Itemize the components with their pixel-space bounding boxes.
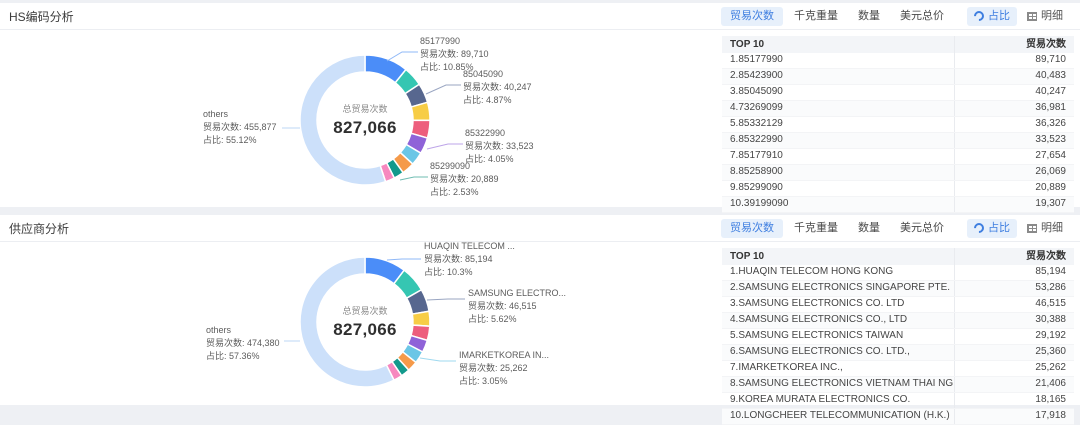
card-hs-code-analysis: HS编码分析 贸易次数千克重量数量美元总价 占比明细 总贸易次数 827,066… xyxy=(0,3,1080,207)
table-row[interactable]: 9.8529909020,889 xyxy=(722,181,1074,197)
table-body: 1.HUAQIN TELECOM HONG KONG85,1942.SAMSUN… xyxy=(722,265,1074,425)
table-row[interactable]: 7.8517791027,654 xyxy=(722,149,1074,165)
pie-callout: 85299090 贸易次数: 20,889 占比: 2.53% xyxy=(430,160,499,199)
table-row[interactable]: 1.HUAQIN TELECOM HONG KONG85,194 xyxy=(722,265,1074,281)
card-body: 总贸易次数 827,066 85177990 贸易次数: 89,710 占比: … xyxy=(0,30,1080,207)
view-button-1[interactable]: 明细 xyxy=(1020,7,1070,26)
table-row[interactable]: 8.8525890026,069 xyxy=(722,165,1074,181)
section-title: 供应商分析 xyxy=(9,220,69,237)
table-row[interactable]: 10.LONGCHEER TELECOMMUNICATION (H.K.)17,… xyxy=(722,409,1074,425)
table-row[interactable]: 9.KOREA MURATA ELECTRONICS CO.18,165 xyxy=(722,393,1074,409)
table-body: 1.8517799089,7102.8542390040,4833.850450… xyxy=(722,53,1074,213)
table-row[interactable]: 2.SAMSUNG ELECTRONICS SINGAPORE PTE. LTD… xyxy=(722,281,1074,297)
table-header-value: 贸易次数 xyxy=(954,248,1074,265)
view-button-group: 占比明细 xyxy=(967,219,1070,238)
table-row[interactable]: 3.8504509040,247 xyxy=(722,85,1074,101)
metric-button-0[interactable]: 贸易次数 xyxy=(721,7,783,26)
table-grid-icon xyxy=(1027,12,1037,21)
donut-slices[interactable] xyxy=(300,55,430,185)
table-row[interactable]: 2.8542390040,483 xyxy=(722,69,1074,85)
card-header: HS编码分析 贸易次数千克重量数量美元总价 占比明细 xyxy=(0,3,1080,30)
table-row[interactable]: 4.7326909936,981 xyxy=(722,101,1074,117)
donut-chart-icon xyxy=(972,9,986,23)
card-body: 总贸易次数 827,066 HUAQIN TELECOM ... 贸易次数: 8… xyxy=(0,242,1080,405)
view-button-0[interactable]: 占比 xyxy=(967,7,1017,26)
table-row[interactable]: 10.3919909019,307 xyxy=(722,197,1074,213)
callout-leader-line xyxy=(387,52,418,61)
donut-chart-icon xyxy=(972,221,986,235)
card-supplier-analysis: 供应商分析 贸易次数千克重量数量美元总价 占比明细 总贸易次数 827,066 … xyxy=(0,215,1080,405)
table-row[interactable]: 8.SAMSUNG ELECTRONICS VIETNAM THAI NG21,… xyxy=(722,377,1074,393)
table-header-value: 贸易次数 xyxy=(954,36,1074,53)
table-header-name: TOP 10 xyxy=(722,36,954,53)
table-row[interactable]: 6.SAMSUNG ELECTRONICS CO. LTD.,25,360 xyxy=(722,345,1074,361)
table-row[interactable]: 6.8532299033,523 xyxy=(722,133,1074,149)
metric-button-0[interactable]: 贸易次数 xyxy=(721,219,783,238)
table-header: TOP 10 贸易次数 xyxy=(722,248,1074,265)
metric-button-3[interactable]: 美元总价 xyxy=(891,7,953,26)
metric-button-group: 贸易次数千克重量数量美元总价 xyxy=(721,219,953,238)
section-title: HS编码分析 xyxy=(9,8,74,25)
table-header-name: TOP 10 xyxy=(722,248,954,265)
pie-callout-others: others 贸易次数: 474,380 占比: 57.36% xyxy=(206,324,280,363)
top10-table: TOP 10 贸易次数 1.HUAQIN TELECOM HONG KONG85… xyxy=(722,248,1074,425)
metric-button-3[interactable]: 美元总价 xyxy=(891,219,953,238)
metric-button-group: 贸易次数千克重量数量美元总价 xyxy=(721,7,953,26)
pie-callout-others: others 贸易次数: 455,877 占比: 55.12% xyxy=(203,108,277,147)
table-row[interactable]: 5.8533212936,326 xyxy=(722,117,1074,133)
callout-leader-line xyxy=(427,299,465,300)
callout-leader-line xyxy=(420,358,456,361)
callout-leader-line xyxy=(427,144,463,149)
metric-button-2[interactable]: 数量 xyxy=(849,219,889,238)
pie-callout: HUAQIN TELECOM ... 贸易次数: 85,194 占比: 10.3… xyxy=(424,240,515,279)
pie-slice[interactable] xyxy=(412,311,430,326)
pie-callout: IMARKETKOREA IN... 贸易次数: 25,262 占比: 3.05… xyxy=(459,349,549,388)
donut-chart-area: 总贸易次数 827,066 85177990 贸易次数: 89,710 占比: … xyxy=(200,32,700,210)
donut-chart-area: 总贸易次数 827,066 HUAQIN TELECOM ... 贸易次数: 8… xyxy=(200,234,700,412)
table-row[interactable]: 1.8517799089,710 xyxy=(722,53,1074,69)
pie-callout: 85045090 贸易次数: 40,247 占比: 4.87% xyxy=(463,68,532,107)
table-header: TOP 10 贸易次数 xyxy=(722,36,1074,53)
pie-callout: SAMSUNG ELECTRO... 贸易次数: 46,515 占比: 5.62… xyxy=(468,287,566,326)
metric-button-2[interactable]: 数量 xyxy=(849,7,889,26)
table-row[interactable]: 3.SAMSUNG ELECTRONICS CO. LTD46,515 xyxy=(722,297,1074,313)
metric-button-1[interactable]: 千克重量 xyxy=(785,219,847,238)
callout-leader-line xyxy=(387,259,421,260)
callout-leader-line xyxy=(426,85,461,94)
toolbar: 贸易次数千克重量数量美元总价 占比明细 xyxy=(721,219,1070,238)
table-row[interactable]: 7.IMARKETKOREA INC.,25,262 xyxy=(722,361,1074,377)
donut-slices[interactable] xyxy=(300,257,430,387)
table-row[interactable]: 4.SAMSUNG ELECTRONICS CO., LTD30,388 xyxy=(722,313,1074,329)
view-button-group: 占比明细 xyxy=(967,7,1070,26)
top10-table: TOP 10 贸易次数 1.8517799089,7102.8542390040… xyxy=(722,36,1074,213)
table-row[interactable]: 5.SAMSUNG ELECTRONICS TAIWAN29,192 xyxy=(722,329,1074,345)
view-button-1[interactable]: 明细 xyxy=(1020,219,1070,238)
toolbar: 贸易次数千克重量数量美元总价 占比明细 xyxy=(721,7,1070,26)
view-button-0[interactable]: 占比 xyxy=(967,219,1017,238)
pie-slice[interactable] xyxy=(300,55,386,185)
table-grid-icon xyxy=(1027,224,1037,233)
metric-button-1[interactable]: 千克重量 xyxy=(785,7,847,26)
callout-leader-line xyxy=(400,177,428,180)
